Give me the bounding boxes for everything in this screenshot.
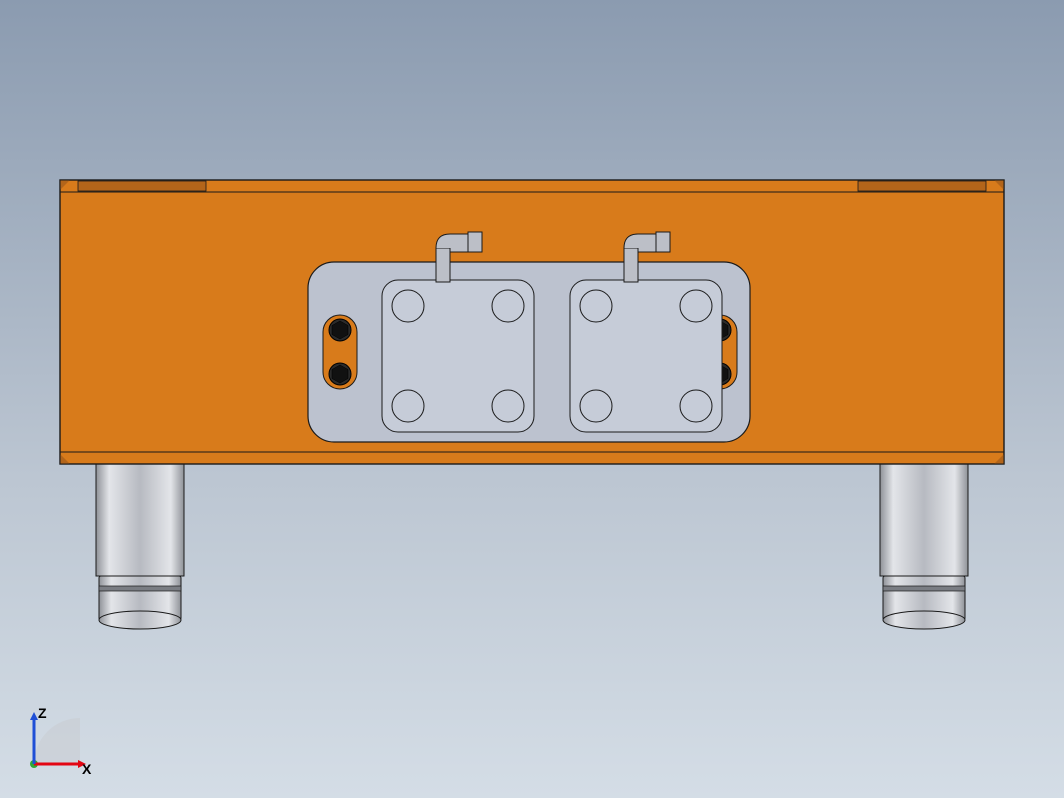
coordinate-triad: X Z <box>22 706 92 776</box>
axis-z-label: Z <box>38 706 47 721</box>
cad-viewport[interactable]: X Z <box>0 0 1064 798</box>
leg-left <box>96 464 184 629</box>
leg-right <box>880 464 968 629</box>
slot-link-left <box>323 315 357 389</box>
legs <box>96 464 968 629</box>
cad-scene <box>0 0 1064 798</box>
axis-x-label: X <box>82 761 92 776</box>
